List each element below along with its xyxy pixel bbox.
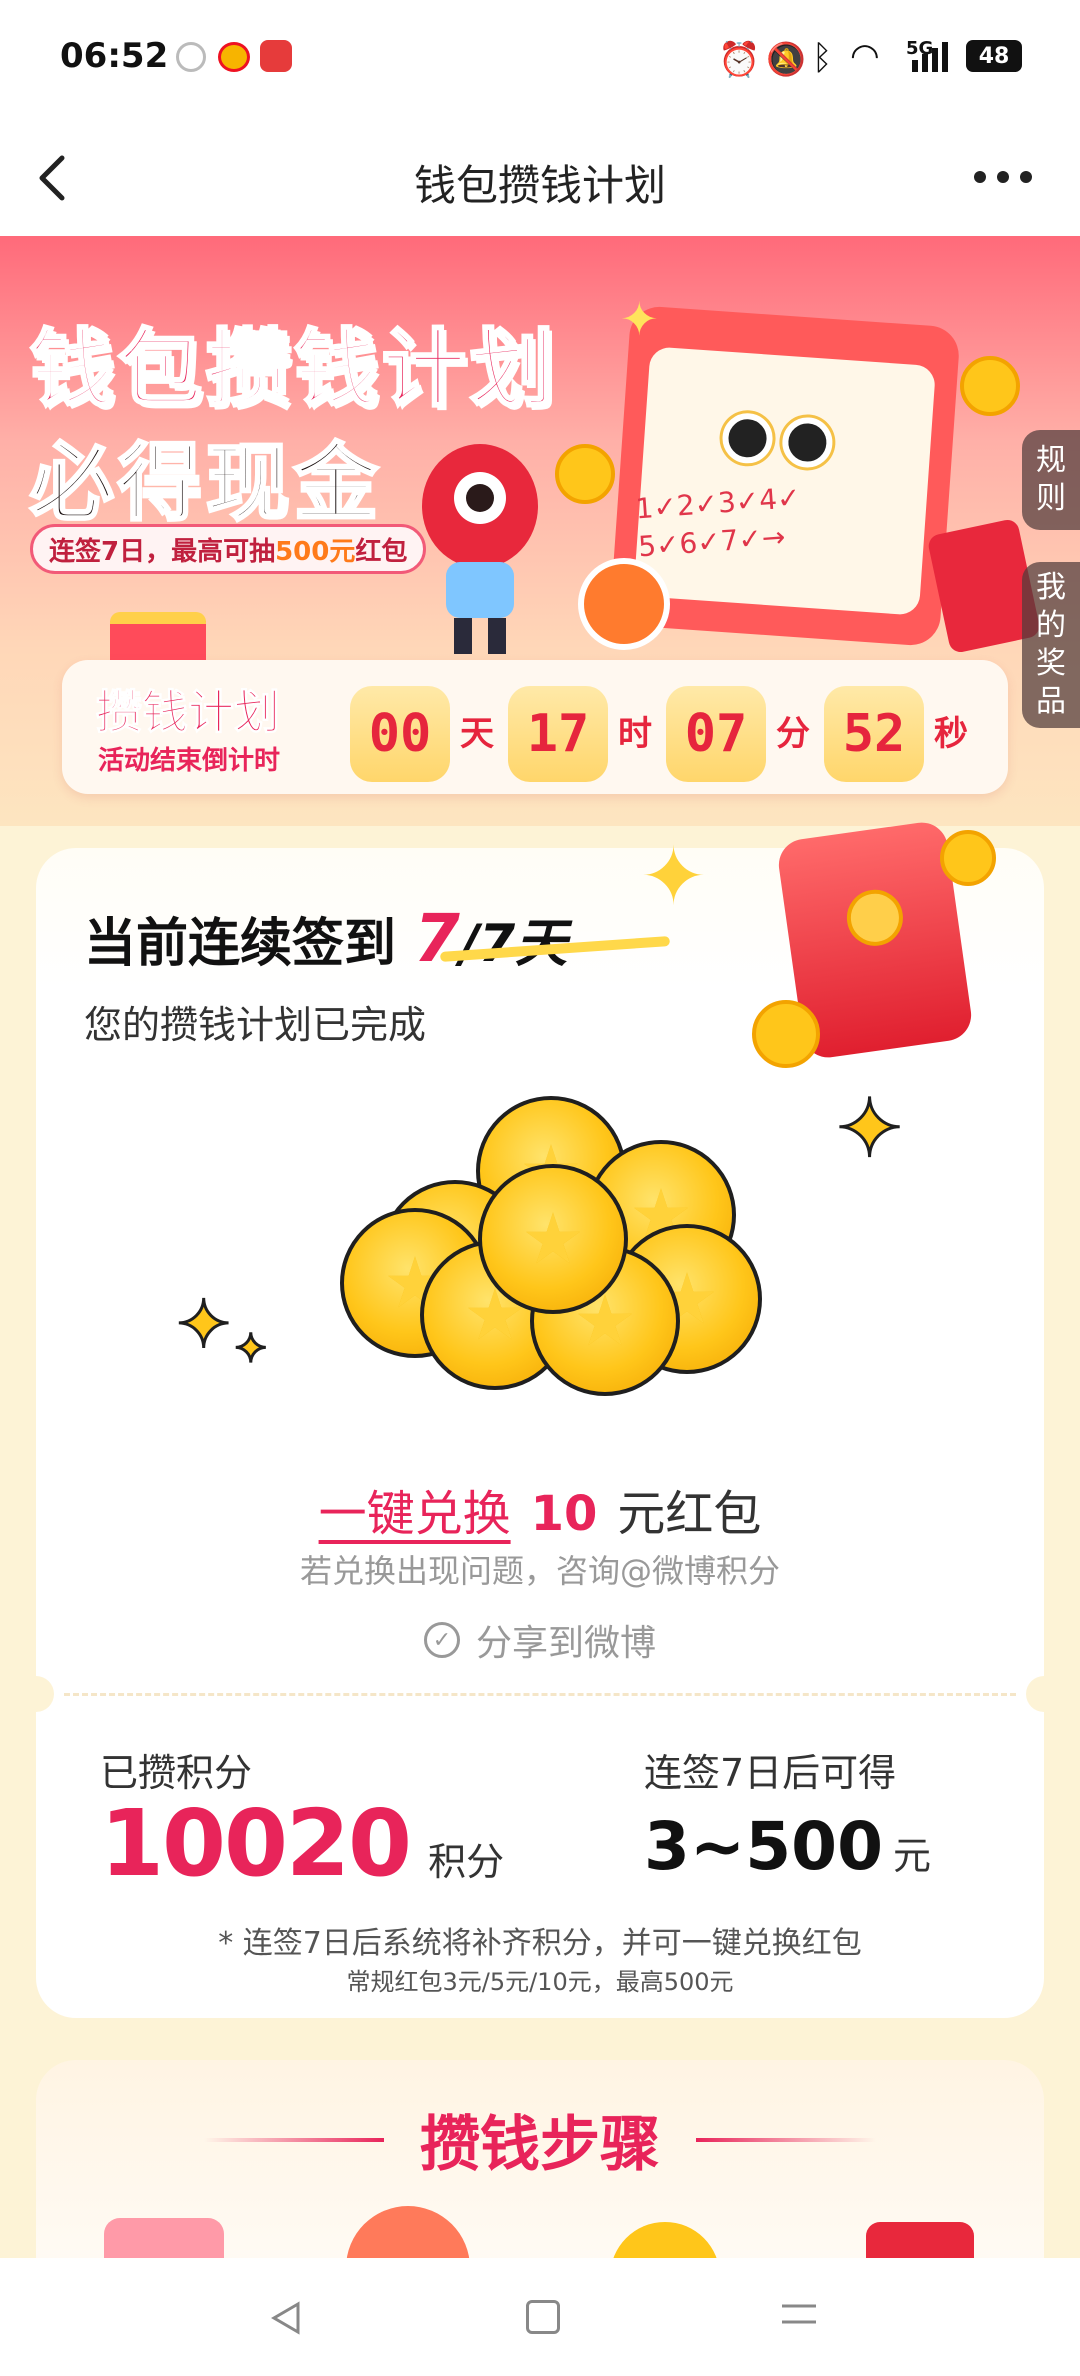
wifi-icon: ◠ [850,36,880,76]
sparkle-icon: ✦ [174,1285,232,1365]
countdown-seconds: 52 [824,686,924,782]
nav-home-icon[interactable] [526,2300,560,2334]
coin-icon [752,1000,820,1068]
coin-pile-illustration: ★ ★ ★ ★ ★ ★ ★ ★ [340,1096,780,1406]
coin-icon [960,356,1020,416]
reward-row: 3~500 元 [644,1808,931,1885]
more-icon[interactable] [970,162,1036,192]
countdown-label-top: 攒钱计划 [96,685,281,740]
countdown-hours: 17 [508,686,608,782]
steps-title: 攒钱步骤 [420,2110,660,2180]
weibo-app-icon [218,42,250,72]
sparkle-icon: ✦ [834,1081,904,1177]
points-note-primary: * 连签7日后系统将补齐积分，并可一键兑换红包 [218,1926,862,1961]
countdown-minutes: 07 [666,686,766,782]
countdown-minutes-unit: 分 [776,714,810,754]
page-title: 钱包攒钱计划 [413,161,666,210]
checkin-total-days: /7天 [459,914,568,974]
steps-header: 攒钱步骤 [0,2096,1080,2183]
system-nav-bar [0,2258,1080,2376]
steps-line-left [204,2137,384,2142]
banner-subtitle-big: 必得现金 [28,433,383,534]
mascot-illustration [410,436,550,666]
checkin-status: 您的攒钱计划已完成 [84,1003,427,1047]
reward-label: 连签7日后可得 [644,1751,897,1795]
redeem-link[interactable]: 一键兑换 [319,1474,511,1544]
status-bar: 06:52 ⏰ 🔕 ᛒ ◠ 5G 48 [0,0,1080,118]
battery-level: 48 [978,43,1010,69]
points-label: 已攒积分 [100,1751,253,1795]
tagline-suffix: 红包 [355,536,408,567]
points-unit: 积分 [428,1840,505,1884]
sparkle-icon: ✦ [620,292,659,346]
signal-icon [910,40,954,72]
alarm-icon: ⏰ [718,40,761,80]
status-time: 06:52 [60,36,169,76]
share-label: 分享到微博 [475,1623,656,1664]
points-row: 10020 积分 [100,1790,504,1897]
redeem-amount: 10 [530,1486,598,1542]
dashed-divider [64,1693,1016,1696]
sparkle-icon: ✦ [233,1325,269,1374]
nav-bar: 钱包攒钱计划 [0,118,1080,236]
countdown-days-unit: 天 [460,714,494,754]
points-value: 10020 [100,1790,412,1897]
clock-app-icon [176,42,206,72]
banner-tagline: 连签7日，最高可抽 500元 红包 [30,524,427,574]
redeem-help[interactable]: 若兑换出现问题，咨询@微博积分 [0,1546,1080,1592]
reward-unit: 元 [893,1834,932,1878]
card-notch-left [18,1676,54,1712]
countdown-label-bottom: 活动结束倒计时 [98,746,281,776]
check-circle-icon: ✓ [423,1622,460,1658]
calendar-marks: 1✓2✓3✓4✓ 5✓6✓7✓→ [634,480,802,564]
nav-back-icon[interactable] [266,2298,306,2338]
coin-icon [555,444,615,504]
checkin-title: 当前连续签到 7 /7天 [84,900,567,977]
nav-recents-icon[interactable] [780,2302,818,2328]
coin-icon [940,830,996,886]
card-notch-right [1026,1676,1062,1712]
banner-title: 钱包攒钱计划 [28,319,559,420]
bluetooth-icon: ᛒ [812,38,833,78]
redeem-row: 一键兑换 10 元红包 [0,1474,1080,1544]
battery-icon: 48 [966,40,1022,72]
sparkle-icon: ✦ [640,830,708,923]
share-button[interactable]: ✓ 分享到微博 [0,1614,1080,1666]
tagline-prefix: 连签7日，最高可抽 [49,536,276,567]
redeem-unit: 元红包 [617,1486,762,1542]
checkin-current-days: 7 [414,900,460,977]
checkin-title-prefix: 当前连续签到 [84,914,397,974]
app-notification-icon [260,40,292,72]
steps-line-right [696,2137,876,2142]
countdown-seconds-unit: 秒 [934,714,968,754]
my-prizes-tab[interactable]: 我的奖品 [1022,562,1080,728]
countdown-hours-unit: 时 [618,714,652,754]
reward-value: 3~500 [644,1808,883,1885]
mute-icon: 🔕 [766,40,806,78]
rules-tab-label: 规则 [1036,443,1066,516]
alarm-clock-illustration [578,558,670,650]
points-note-secondary: 常规红包3元/5元/10元，最高500元 [346,1968,734,1996]
rules-tab[interactable]: 规则 [1022,430,1080,530]
tagline-highlight: 500元 [275,536,356,567]
countdown-days: 00 [350,686,450,782]
my-prizes-tab-label: 我的奖品 [1036,570,1066,719]
